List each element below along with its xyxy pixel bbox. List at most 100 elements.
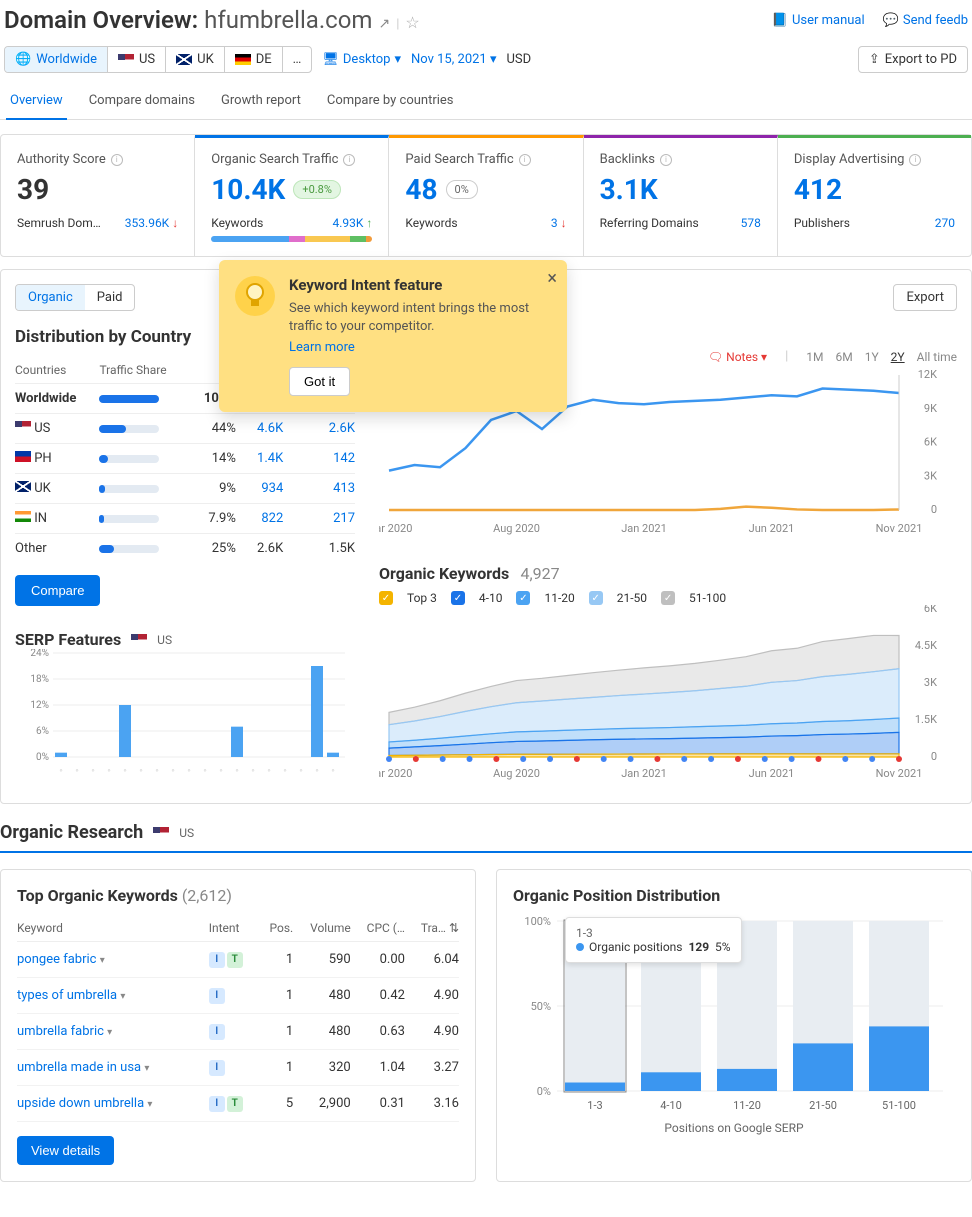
table-row: umbrella made in usa ▾I13201.043.27 [17, 1050, 459, 1086]
export-pdf-button[interactable]: ⇪Export to PD [858, 46, 968, 73]
tab-compare-domains[interactable]: Compare domains [85, 83, 199, 119]
learn-more-link[interactable]: Learn more [289, 340, 549, 355]
flag-us-icon [118, 54, 134, 65]
svg-text:50%: 50% [531, 1000, 551, 1013]
top-keywords-table: Keyword Intent Pos. Volume CPC (… Tra… ⇅… [17, 915, 459, 1122]
traffic-link[interactable]: 934 [261, 481, 283, 496]
traffic-link[interactable]: 4.6K [257, 421, 283, 436]
card-value: 48 [405, 173, 437, 206]
svg-text:Jan 2021: Jan 2021 [621, 767, 667, 780]
keyword-link[interactable]: umbrella made in usa [17, 1060, 141, 1075]
card-paid-traffic[interactable]: Paid Search Traffici 480% Keywords3 ↓ [389, 135, 583, 256]
date-selector[interactable]: Nov 15, 2021 ▾ [411, 52, 497, 67]
view-details-button[interactable]: View details [17, 1136, 114, 1165]
keyword-link[interactable]: types of umbrella [17, 988, 117, 1003]
favorite-star-icon[interactable]: ☆ [405, 13, 419, 32]
card-backlinks[interactable]: Backlinksi 3.1K Referring Domains578 [584, 135, 778, 256]
range-all[interactable]: All time [917, 350, 957, 364]
checkbox-51-100[interactable]: ✓ [661, 591, 675, 605]
chevron-down-icon[interactable]: ▾ [120, 991, 125, 1002]
notes-button[interactable]: 🗨Notes▾ [708, 350, 767, 364]
keywords-link[interactable]: 2.6K [329, 421, 355, 436]
card-display-advertising[interactable]: Display Advertisingi 412 Publishers270 [778, 135, 971, 256]
chevron-down-icon[interactable]: ▾ [100, 955, 105, 966]
keywords-link[interactable]: 142 [333, 451, 355, 466]
card-sub-value[interactable]: 270 [935, 216, 955, 230]
info-icon[interactable]: i [909, 154, 921, 166]
card-value: 10.4K [211, 173, 285, 206]
user-manual-link[interactable]: 📘User manual [772, 13, 865, 28]
info-icon[interactable]: i [111, 154, 123, 166]
checkbox-top3[interactable]: ✓ [379, 591, 393, 605]
svg-text:6K: 6K [924, 436, 937, 449]
intent-badge-t: T [227, 1096, 243, 1112]
desktop-icon: 🖥 [322, 52, 339, 67]
keyword-link[interactable]: umbrella fabric [17, 1024, 104, 1039]
serp-features-chart: 0%6%12%18%24%◦◦◦◦◦◦◦◦◦◦◦◦◦◦◦◦◦◦ [15, 649, 345, 779]
keyword-link[interactable]: pongee fabric [17, 952, 96, 967]
svg-text:◦: ◦ [235, 766, 238, 776]
chevron-down-icon[interactable]: ▾ [147, 1099, 152, 1110]
range-2y[interactable]: 2Y [891, 350, 905, 364]
sort-icon[interactable]: ⇅ [449, 921, 459, 935]
svg-text:◦: ◦ [187, 766, 190, 776]
checkbox-11-20[interactable]: ✓ [516, 591, 530, 605]
svg-text:0: 0 [931, 503, 937, 516]
range-1y[interactable]: 1Y [865, 350, 879, 364]
serp-features-title: SERP Features [15, 630, 121, 649]
popover-body: See which keyword intent brings the most… [289, 300, 549, 336]
svg-text:◦: ◦ [139, 766, 142, 776]
card-organic-traffic[interactable]: Organic Search Traffici 10.4K+0.8% Keywo… [195, 135, 389, 256]
keyword-link[interactable]: upside down umbrella [17, 1096, 144, 1111]
device-selector[interactable]: 🖥Desktop▾ [322, 52, 401, 67]
flag-in-icon [15, 511, 31, 522]
compare-button[interactable]: Compare [15, 575, 100, 606]
geo-uk[interactable]: UK [166, 47, 225, 72]
card-authority-score[interactable]: Authority Scorei 39 Semrush Dom…353.96K … [1, 135, 195, 256]
card-title: Authority Score [17, 152, 106, 167]
checkbox-4-10[interactable]: ✓ [451, 591, 465, 605]
card-sub-value[interactable]: 3 [551, 216, 558, 230]
info-icon[interactable]: i [660, 154, 672, 166]
share-bar [99, 455, 159, 463]
info-icon[interactable]: i [519, 154, 531, 166]
svg-text:1.5K: 1.5K [915, 713, 937, 726]
svg-text:0: 0 [931, 750, 937, 763]
intent-badge-i: I [209, 952, 225, 968]
traffic-type-segment: Organic Paid [15, 284, 135, 311]
segment-organic[interactable]: Organic [16, 285, 85, 310]
geo-more[interactable]: … [283, 47, 312, 72]
keywords-link[interactable]: 413 [333, 481, 355, 496]
geo-worldwide[interactable]: 🌐Worldwide [5, 47, 108, 72]
card-sub-value[interactable]: 578 [741, 216, 761, 230]
lightbulb-icon [233, 274, 277, 318]
segment-paid[interactable]: Paid [85, 285, 135, 310]
table-row: pongee fabric ▾IT15900.006.04 [17, 942, 459, 978]
card-sub-value[interactable]: 4.93K [332, 216, 363, 230]
geo-de[interactable]: DE [225, 47, 283, 72]
got-it-button[interactable]: Got it [289, 367, 350, 396]
chevron-down-icon: ▾ [394, 52, 401, 67]
checkbox-21-50[interactable]: ✓ [589, 591, 603, 605]
external-link-icon[interactable]: ↗ [378, 16, 390, 32]
traffic-link[interactable]: 1.4K [257, 451, 283, 466]
card-sub-label: Keywords [211, 216, 263, 230]
table-row: US44%4.6K2.6K [15, 414, 355, 444]
close-icon[interactable]: × [547, 268, 557, 289]
tab-overview[interactable]: Overview [6, 83, 67, 120]
geo-us[interactable]: US [108, 47, 166, 72]
range-6m[interactable]: 6M [835, 350, 852, 364]
chevron-down-icon[interactable]: ▾ [107, 1027, 112, 1038]
svg-text:◦: ◦ [283, 766, 286, 776]
col-countries: Countries [15, 357, 99, 384]
info-icon[interactable]: i [343, 154, 355, 166]
card-sub-value[interactable]: 353.96K [125, 216, 169, 230]
keywords-link[interactable]: 217 [333, 511, 355, 526]
send-feedback-link[interactable]: 💬Send feedb [883, 13, 968, 28]
traffic-link[interactable]: 822 [261, 511, 283, 526]
tab-growth-report[interactable]: Growth report [217, 83, 305, 119]
export-button[interactable]: Export [893, 284, 957, 311]
chevron-down-icon[interactable]: ▾ [144, 1063, 149, 1074]
range-1m[interactable]: 1M [806, 350, 823, 364]
tab-compare-countries[interactable]: Compare by countries [323, 83, 458, 119]
